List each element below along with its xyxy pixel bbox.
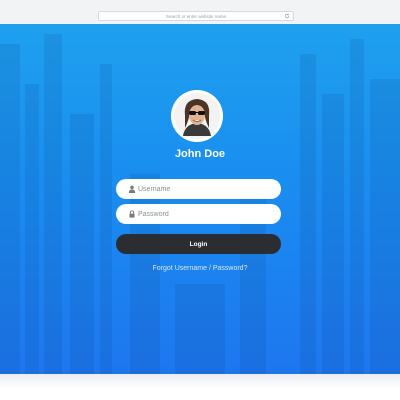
login-page: John Doe Login Forgot Username / Passwor… (0, 24, 400, 374)
browser-toolbar: Search or enter website name (0, 0, 400, 25)
user-icon (128, 185, 136, 193)
login-button[interactable]: Login (116, 234, 281, 254)
page-bottom (0, 374, 400, 400)
avatar (171, 90, 223, 142)
address-placeholder: Search or enter website name (165, 14, 227, 19)
city-background (0, 34, 400, 374)
forgot-credentials-link[interactable]: Forgot Username / Password? (0, 265, 400, 272)
user-name: John Doe (174, 148, 226, 160)
reload-icon[interactable] (284, 13, 290, 19)
address-bar[interactable]: Search or enter website name (98, 11, 294, 21)
password-input[interactable] (138, 207, 273, 221)
password-field[interactable] (116, 204, 281, 224)
username-field[interactable] (116, 179, 281, 199)
username-input[interactable] (138, 182, 273, 196)
lock-icon (129, 210, 135, 218)
user-photo-icon (171, 90, 223, 142)
